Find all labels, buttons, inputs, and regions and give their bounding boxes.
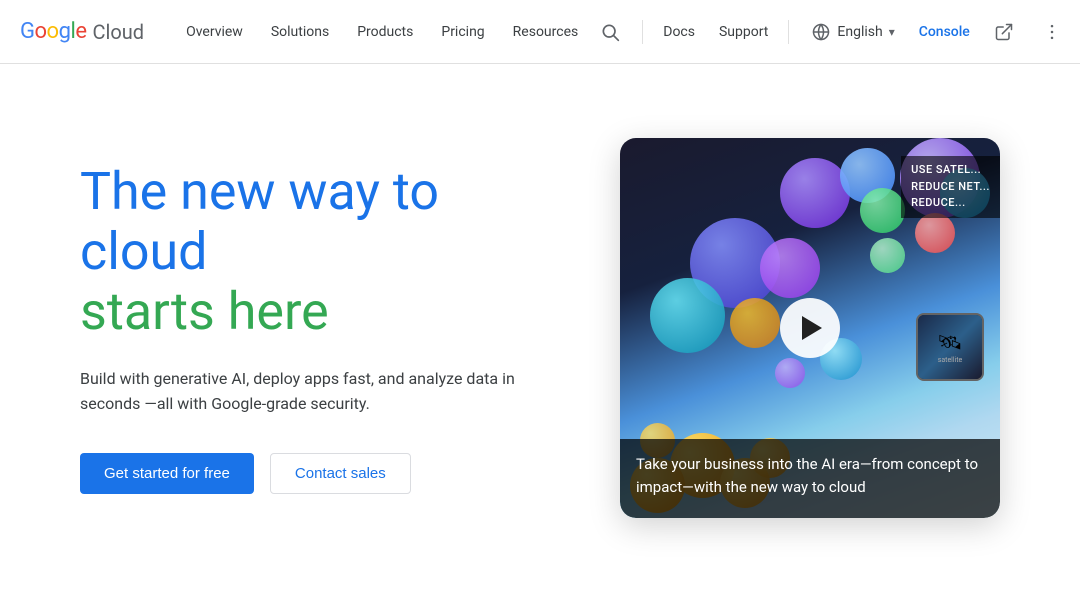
- video-caption: Take your business into the AI era—from …: [620, 439, 1000, 518]
- nav-resources[interactable]: Resources: [501, 16, 591, 48]
- play-button[interactable]: [780, 298, 840, 358]
- nav-products[interactable]: Products: [345, 16, 425, 48]
- nav-links: Overview Solutions Products Pricing Reso…: [174, 16, 590, 48]
- nav-divider-2: [788, 20, 789, 44]
- video-top-text: USE SATEL... REDUCE NET... REDUCE...: [901, 156, 1000, 218]
- hero-heading: The new way to cloud starts here: [80, 162, 560, 341]
- chevron-down-icon: ▾: [889, 25, 895, 39]
- get-started-button[interactable]: Get started for free: [80, 453, 254, 494]
- more-options-button[interactable]: [1032, 12, 1072, 52]
- cloud-logo-text: Cloud: [92, 20, 144, 44]
- nav-solutions[interactable]: Solutions: [259, 16, 341, 48]
- video-thumbnail[interactable]: USE SATEL... REDUCE NET... REDUCE... 🛰 s…: [620, 138, 1000, 518]
- play-triangle-icon: [802, 316, 822, 340]
- search-button[interactable]: [590, 12, 630, 52]
- video-top-text-line2: REDUCE NET...: [911, 179, 990, 196]
- more-vert-icon: [1042, 22, 1062, 42]
- satellite-icon: 🛰: [937, 330, 962, 354]
- nav-right: Docs Support English ▾ Console: [590, 12, 1072, 52]
- support-link[interactable]: Support: [711, 16, 776, 48]
- video-top-text-line3: REDUCE...: [911, 195, 990, 212]
- main-content: The new way to cloud starts here Build w…: [0, 64, 1080, 592]
- hero-buttons: Get started for free Contact sales: [80, 453, 560, 494]
- nav-overview[interactable]: Overview: [174, 16, 255, 48]
- nav-divider: [642, 20, 643, 44]
- video-top-text-line1: USE SATEL...: [911, 162, 990, 179]
- docs-link[interactable]: Docs: [655, 16, 703, 48]
- language-label: English: [837, 24, 882, 40]
- hero-subtext: Build with generative AI, deploy apps fa…: [80, 366, 560, 417]
- open-in-new-icon: [994, 22, 1014, 42]
- hero-heading-line2: starts here: [80, 282, 560, 342]
- language-selector[interactable]: English ▾: [801, 16, 904, 48]
- google-logo: Google: [20, 19, 86, 44]
- hero-heading-line1: The new way to cloud: [80, 162, 560, 282]
- logo[interactable]: Google Cloud: [20, 19, 144, 44]
- video-area: USE SATEL... REDUCE NET... REDUCE... 🛰 s…: [620, 138, 1000, 518]
- contact-sales-button[interactable]: Contact sales: [270, 453, 411, 494]
- console-link[interactable]: Console: [913, 16, 976, 48]
- navbar: Google Cloud Overview Solutions Products…: [0, 0, 1080, 64]
- open-in-new-button[interactable]: [984, 12, 1024, 52]
- search-icon: [600, 22, 620, 42]
- mini-thumbnail-card: 🛰 satellite: [916, 313, 984, 381]
- nav-pricing[interactable]: Pricing: [429, 16, 496, 48]
- mini-card-label: satellite: [938, 356, 963, 364]
- mini-card-inner: 🛰 satellite: [918, 315, 982, 379]
- hero-section: The new way to cloud starts here Build w…: [80, 162, 560, 494]
- globe-icon: [811, 22, 831, 42]
